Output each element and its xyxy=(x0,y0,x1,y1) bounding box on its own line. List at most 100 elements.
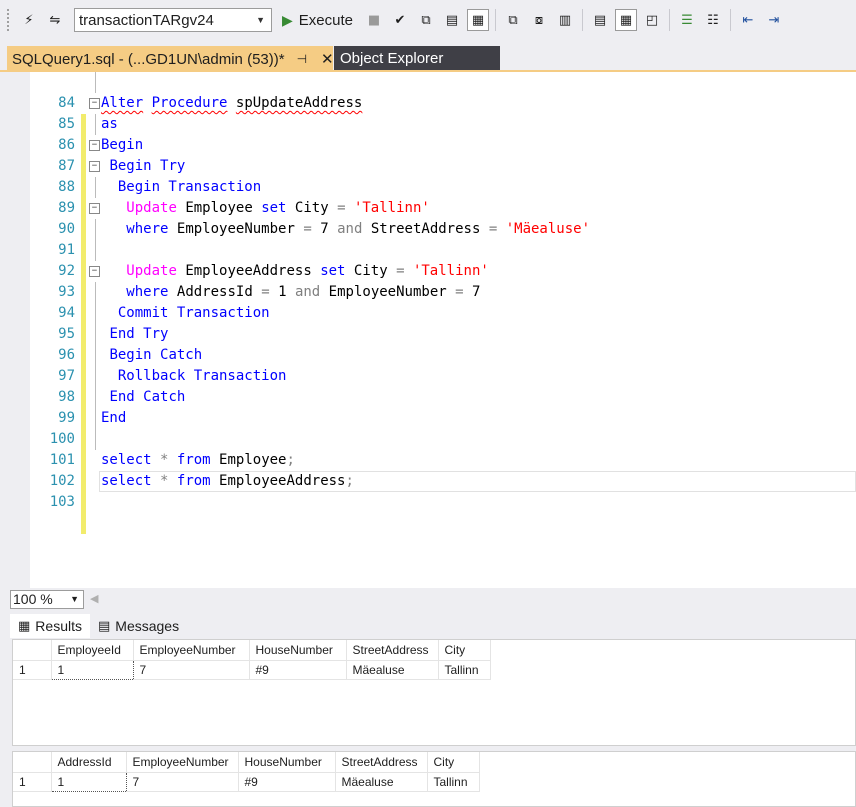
tab-messages[interactable]: ▤ Messages xyxy=(90,614,187,638)
actual-plan-icon[interactable]: ⧉ xyxy=(502,9,524,31)
code-text: Begin Catch xyxy=(109,347,203,363)
database-name: transactionTARgv24 xyxy=(79,11,214,29)
table-cell[interactable]: 1 xyxy=(50,659,134,680)
table-cell[interactable]: #9 xyxy=(238,772,336,792)
editor-status-bar: 100 % ▼ ◀ xyxy=(10,588,856,610)
decrease-indent-icon[interactable]: ⇤ xyxy=(737,9,759,31)
fold-guide xyxy=(95,324,96,345)
scroll-left-icon[interactable]: ◀ xyxy=(90,592,98,605)
results-to-grid-icon[interactable]: ▦ xyxy=(466,9,489,31)
results-to-text-icon[interactable]: ▤ xyxy=(589,9,611,31)
tab-results[interactable]: ▦ Results xyxy=(10,614,90,638)
query-options-icon[interactable]: ▤ xyxy=(441,9,463,31)
toolbar-separator xyxy=(729,9,731,31)
code-line: 89 Begin Transaction xyxy=(30,177,856,240)
comment-out-icon[interactable]: ☰ xyxy=(676,9,698,31)
code-line: 87 − Begin xyxy=(30,135,856,198)
increase-indent-icon[interactable]: ⇥ xyxy=(763,9,785,31)
column-header[interactable]: City xyxy=(427,752,480,773)
results-to-file-icon[interactable]: ◰ xyxy=(641,9,663,31)
table-cell[interactable]: Tallinn xyxy=(438,660,491,680)
execute-button[interactable]: ▶ Execute xyxy=(278,12,361,29)
collapse-icon[interactable]: − xyxy=(89,98,100,109)
live-stats-icon[interactable]: ⧇ xyxy=(528,9,550,31)
uncomment-icon[interactable]: ☷ xyxy=(702,9,724,31)
code-line: 88 − Begin Try xyxy=(30,156,856,219)
chevron-down-icon: ▼ xyxy=(70,594,79,604)
parse-check-icon[interactable]: ✔ xyxy=(389,9,411,31)
table-cell[interactable]: 7 xyxy=(126,772,239,792)
code-text: Update EmployeeAddress set City = 'Talli… xyxy=(126,263,489,279)
column-header[interactable]: StreetAddress xyxy=(346,640,439,661)
pin-icon[interactable]: ⊣ xyxy=(297,52,307,66)
fold-guide xyxy=(95,429,96,450)
code-text: select * from Employee; xyxy=(101,452,295,468)
table-cell[interactable]: 1 xyxy=(50,771,127,792)
code-line: 86 as xyxy=(30,114,856,177)
editor-margin xyxy=(10,72,30,588)
fold-guide xyxy=(95,366,96,387)
collapse-icon[interactable]: − xyxy=(89,140,100,151)
results-tabstrip: ▦ Results ▤ Messages xyxy=(10,614,856,638)
query-editor[interactable]: 84 85 − Alter Procedure spUpdateAddress … xyxy=(10,72,856,588)
fold-guide xyxy=(95,72,96,93)
toolbar-separator xyxy=(668,9,670,31)
collapse-icon[interactable]: − xyxy=(89,161,100,172)
code-line: 91 where EmployeeNumber = 7 and StreetAd… xyxy=(30,219,856,282)
results-grid-toggle-icon[interactable]: ▦ xyxy=(614,9,637,31)
zoom-select[interactable]: 100 % ▼ xyxy=(10,590,84,609)
table-header-row: EmployeeId EmployeeNumber HouseNumber St… xyxy=(13,640,491,661)
table-cell[interactable]: Mäealuse xyxy=(335,772,428,792)
table-cell[interactable]: Mäealuse xyxy=(346,660,439,680)
column-header[interactable]: HouseNumber xyxy=(238,752,336,773)
client-stats-icon[interactable]: ▥ xyxy=(554,9,576,31)
column-header[interactable]: AddressId xyxy=(51,752,127,773)
table-cell[interactable]: #9 xyxy=(249,660,347,680)
collapse-icon[interactable]: − xyxy=(89,203,100,214)
column-header[interactable]: StreetAddress xyxy=(335,752,428,773)
code-line: 100 End xyxy=(30,408,856,471)
collapse-icon[interactable]: − xyxy=(89,266,100,277)
code-text: select * from EmployeeAddress; xyxy=(101,473,354,489)
column-header[interactable]: HouseNumber xyxy=(249,640,347,661)
chevron-down-icon: ▼ xyxy=(256,15,265,25)
column-header[interactable]: EmployeeNumber xyxy=(126,752,239,773)
row-header-corner[interactable] xyxy=(13,752,52,773)
plug-icon[interactable]: ⚡ xyxy=(18,9,40,31)
column-header[interactable]: City xyxy=(438,640,491,661)
code-line: 101 xyxy=(30,429,856,492)
grid-icon: ▦ xyxy=(18,618,31,634)
code-text: Begin Transaction xyxy=(117,179,262,195)
document-tabstrip: SQLQuery1.sql - (...GD1UN\admin (53))* ⊣… xyxy=(0,46,856,72)
code-line: 99 End Catch xyxy=(30,387,856,450)
stop-icon[interactable]: ■ xyxy=(363,9,385,31)
table-cell[interactable]: 7 xyxy=(133,660,250,680)
change-connection-icon[interactable]: ⇋ xyxy=(44,9,66,31)
close-icon[interactable]: ✕ xyxy=(321,50,334,68)
toolbar-separator xyxy=(581,9,583,31)
fold-guide xyxy=(95,240,96,261)
line-number: 103 xyxy=(49,494,75,510)
tab-object-explorer[interactable]: Object Explorer xyxy=(334,46,500,70)
fold-guide xyxy=(95,219,96,240)
row-header-corner[interactable] xyxy=(13,640,52,661)
code-line: 103 select * from EmployeeAddress; xyxy=(30,471,856,534)
code-text: where EmployeeNumber = 7 and StreetAddre… xyxy=(126,221,591,237)
results-grid-employee[interactable]: EmployeeId EmployeeNumber HouseNumber St… xyxy=(12,639,856,746)
code-line: 102 select * from Employee; xyxy=(30,450,856,513)
code-line: 98 Rollback Transaction xyxy=(30,366,856,429)
tab-label: Messages xyxy=(115,618,180,634)
column-header[interactable]: EmployeeId xyxy=(51,640,134,661)
code-text: Rollback Transaction xyxy=(117,368,287,384)
code-text: as xyxy=(101,116,118,132)
toolbar-grip[interactable] xyxy=(6,8,10,32)
column-header[interactable]: EmployeeNumber xyxy=(133,640,250,661)
results-grid-employee-address[interactable]: AddressId EmployeeNumber HouseNumber Str… xyxy=(12,751,856,807)
tab-sqlquery1[interactable]: SQLQuery1.sql - (...GD1UN\admin (53))* ⊣… xyxy=(7,46,334,72)
code-text: End Catch xyxy=(109,389,186,405)
row-number[interactable]: 1 xyxy=(13,660,52,680)
row-number[interactable]: 1 xyxy=(13,772,52,792)
table-cell[interactable]: Tallinn xyxy=(427,772,480,792)
database-select[interactable]: transactionTARgv24 ▼ xyxy=(74,8,272,32)
estimated-plan-icon[interactable]: ⧉ xyxy=(415,9,437,31)
